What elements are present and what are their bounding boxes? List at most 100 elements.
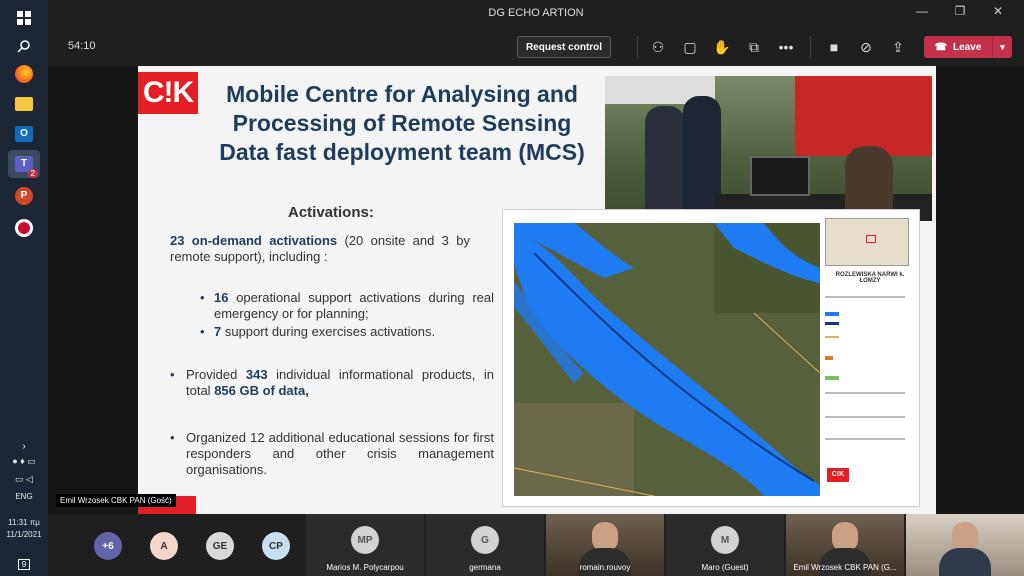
locator-box [866,235,876,243]
leave-button[interactable]: ☎ Leave ▾ [924,36,1012,58]
teams-icon[interactable]: T 2 [8,150,40,178]
rooms-icon[interactable]: ⧉ [744,38,764,56]
participant-avatar: MP [351,526,379,554]
flood-map: ROZLEWISKA NARWI k. ŁOMŻY C!K [502,209,920,507]
photo-laptop [750,156,810,196]
video-body [939,548,991,576]
tray-icons[interactable]: ● ♦ ▭ [0,456,48,467]
satellite-map [514,223,820,496]
teams-window: O T 2 P › ● ♦ ▭ ▭ ◁ ENG 11:31 πμ 11/1/20… [0,0,1024,576]
bullet-exercises: 7 support during exercises activations. [214,324,494,340]
participants-icon[interactable]: ⚇ [648,38,668,56]
participant-name: Maro (Guest) [701,563,749,572]
legend-building-swatch [825,356,833,360]
map-title: ROZLEWISKA NARWI k. ŁOMŻY [835,272,905,284]
activations-heading: Activations: [288,204,374,221]
notification-icon[interactable]: 9 [8,550,40,576]
bullet-operational: 16 operational support activations durin… [214,290,494,322]
shared-screen: C!K Mobile Centre for Analysing and Proc… [48,66,1024,514]
close-icon[interactable]: ✕ [980,4,1016,22]
participant-name: Emil Wrzosek CBK PAN (G... [793,563,897,572]
participant-avatar[interactable]: A [150,532,178,560]
participant-avatar[interactable]: CP [262,532,290,560]
windows-start-icon[interactable] [8,4,40,32]
windows-taskbar: O T 2 P › ● ♦ ▭ ▭ ◁ ENG 11:31 πμ 11/1/20… [0,0,48,576]
participant-video-tile[interactable]: Emil Wrzosek CBK PAN (G... [786,514,904,576]
meeting-timer: 54:10 [68,40,96,52]
presentation-slide: C!K Mobile Centre for Analysing and Proc… [138,66,936,514]
search-icon[interactable] [8,32,40,60]
participant-tile[interactable]: M Maro (Guest) [666,514,784,576]
bullet-products: Provided 343 individual informational pr… [186,367,494,399]
participant-name: Marios M. Polycarpou [326,563,404,572]
bullet-dot: • [170,430,175,445]
participant-name: romain.rouvoy [579,563,631,572]
operational-count: 16 [214,290,229,305]
participant-tile[interactable]: MP Marios M. Polycarpou [306,514,424,576]
leave-main[interactable]: ☎ Leave [924,42,992,53]
legend-divider [825,392,905,394]
team-photo [605,76,932,221]
activations-paragraph: 23 on-demand activations (20 onsite and … [170,233,470,265]
participant-name: germana [469,563,501,572]
notification-count: 9 [17,558,31,570]
map-legend-panel: ROZLEWISKA NARWI k. ŁOMŻY C!K [825,216,915,504]
raise-hand-icon[interactable]: ✋ [712,38,732,56]
app-red-icon[interactable] [8,214,40,242]
file-explorer-icon[interactable] [8,90,40,118]
chat-icon[interactable]: ▢ [680,38,700,56]
camera-icon[interactable]: ■ [824,38,844,56]
more-actions-icon[interactable]: ••• [776,38,796,56]
participant-avatar[interactable]: GE [206,532,234,560]
participant-strip: +6 A GE CP MP Marios M. Polycarpou G ger… [48,514,1024,576]
title-bar: DG ECHO ARTION — ❐ ✕ [48,0,1024,26]
legend-flood-swatch [825,312,839,316]
map-logo: C!K [827,468,849,482]
slide-title: Mobile Centre for Analysing and Processi… [219,81,585,165]
powerpoint-icon[interactable]: P [8,182,40,210]
phone-hangup-icon: ☎ [934,41,948,53]
legend-divider [825,438,905,440]
products-count: 343 [245,367,268,382]
presenter-label: Emil Wrzosek CBK PAN (Gość) [56,494,176,507]
operational-text: operational support activations during r… [214,290,494,321]
clock-time[interactable]: 11:31 πμ [0,518,48,527]
legend-river-swatch [825,322,839,325]
legend-road-swatch [825,336,839,338]
outlook-icon[interactable]: O [8,120,40,148]
tray-icons-row2[interactable]: ▭ ◁ [0,474,48,485]
products-prefix: Provided [186,367,246,382]
minimize-icon[interactable]: — [904,4,940,22]
legend-divider [825,296,905,298]
request-control-button[interactable]: Request control [517,36,611,58]
self-video-tile[interactable] [906,514,1024,576]
participant-tile[interactable]: G germana [426,514,544,576]
leave-label: Leave [953,41,982,53]
photo-person [645,106,685,221]
language-indicator[interactable]: ENG [0,492,48,501]
exercises-text: support during exercises activations. [221,324,436,339]
locator-map [825,218,909,266]
bullet-dot: • [200,290,205,305]
participant-avatar: G [471,526,499,554]
overflow-participants[interactable]: +6 [94,532,122,560]
bullet-education: Organized 12 additional educational sess… [186,430,494,477]
products-data-size: 856 GB of data, [214,383,309,398]
participant-avatar: M [711,526,739,554]
clock-date[interactable]: 11/1/2021 [0,530,48,539]
teams-badge: 2 [27,169,38,178]
bullet-dot: • [200,324,205,339]
chevron-down-icon[interactable]: ▾ [992,36,1012,58]
share-screen-icon[interactable]: ⇪ [888,38,908,56]
window-title: DG ECHO ARTION [488,7,584,19]
participant-video-tile[interactable]: romain.rouvoy [546,514,664,576]
mic-off-icon[interactable]: ⊘ [856,38,876,56]
toolbar-divider [637,36,638,58]
cbk-logo: C!K [138,72,198,114]
restore-icon[interactable]: ❐ [942,4,978,22]
firefox-icon[interactable] [8,60,40,88]
legend-divider [825,416,905,418]
activations-count: 23 on-demand activations [170,233,338,248]
photo-vehicle [795,76,932,156]
bullet-dot: • [170,367,175,382]
